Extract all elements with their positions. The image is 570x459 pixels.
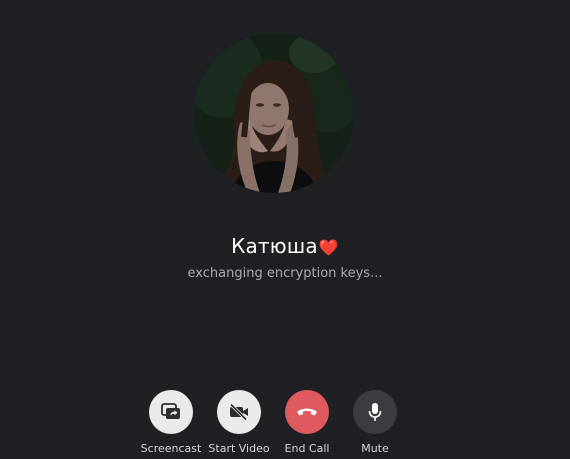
heart-emoji: ❤️ [318,238,339,257]
video-off-icon [229,403,248,421]
avatar-photo [194,33,354,193]
end-call-label: End Call [284,442,330,455]
call-status: exchanging encryption keys... [187,266,383,281]
contact-name: Катюша❤️ [0,234,570,258]
phone-hangup-icon [297,408,317,416]
mute-control: Mute [339,390,411,455]
start-video-label: Start Video [208,442,270,455]
start-video-control: Start Video [203,390,275,455]
screencast-control: Screencast [135,390,207,455]
call-screen: Катюша❤️ exchanging encryption keys... S… [0,0,570,459]
contact-name-text: Катюша [231,234,318,258]
end-call-button[interactable] [285,390,329,434]
screencast-label: Screencast [140,442,202,455]
call-controls: Screencast Start Video End Call Mute [0,390,570,459]
screencast-icon [161,403,180,419]
end-call-control: End Call [271,390,343,455]
mute-button[interactable] [353,390,397,434]
screencast-button[interactable] [149,390,193,434]
mute-label: Mute [361,442,389,455]
start-video-button[interactable] [217,390,261,434]
contact-avatar [194,33,354,193]
microphone-icon [368,403,382,421]
